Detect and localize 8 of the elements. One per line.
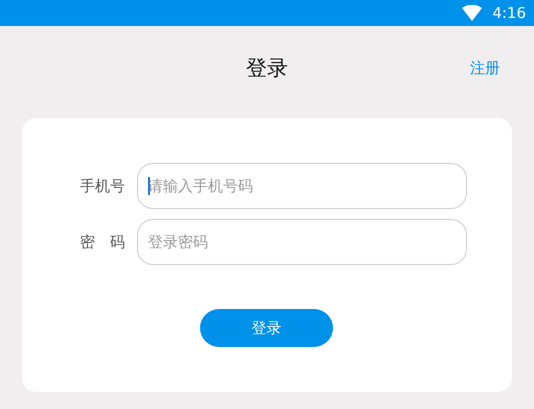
page-title: 登录 [245, 55, 289, 82]
input-field[interactable]: 登录密码 [137, 219, 467, 265]
register-link[interactable]: 注册 [460, 58, 500, 78]
wifi-icon [462, 5, 482, 21]
field-label: 手机号 [80, 176, 126, 196]
field-label: 密 码 [80, 232, 126, 252]
login-button[interactable]: 登录 [200, 309, 333, 347]
status-time: 4:16 [492, 4, 526, 22]
